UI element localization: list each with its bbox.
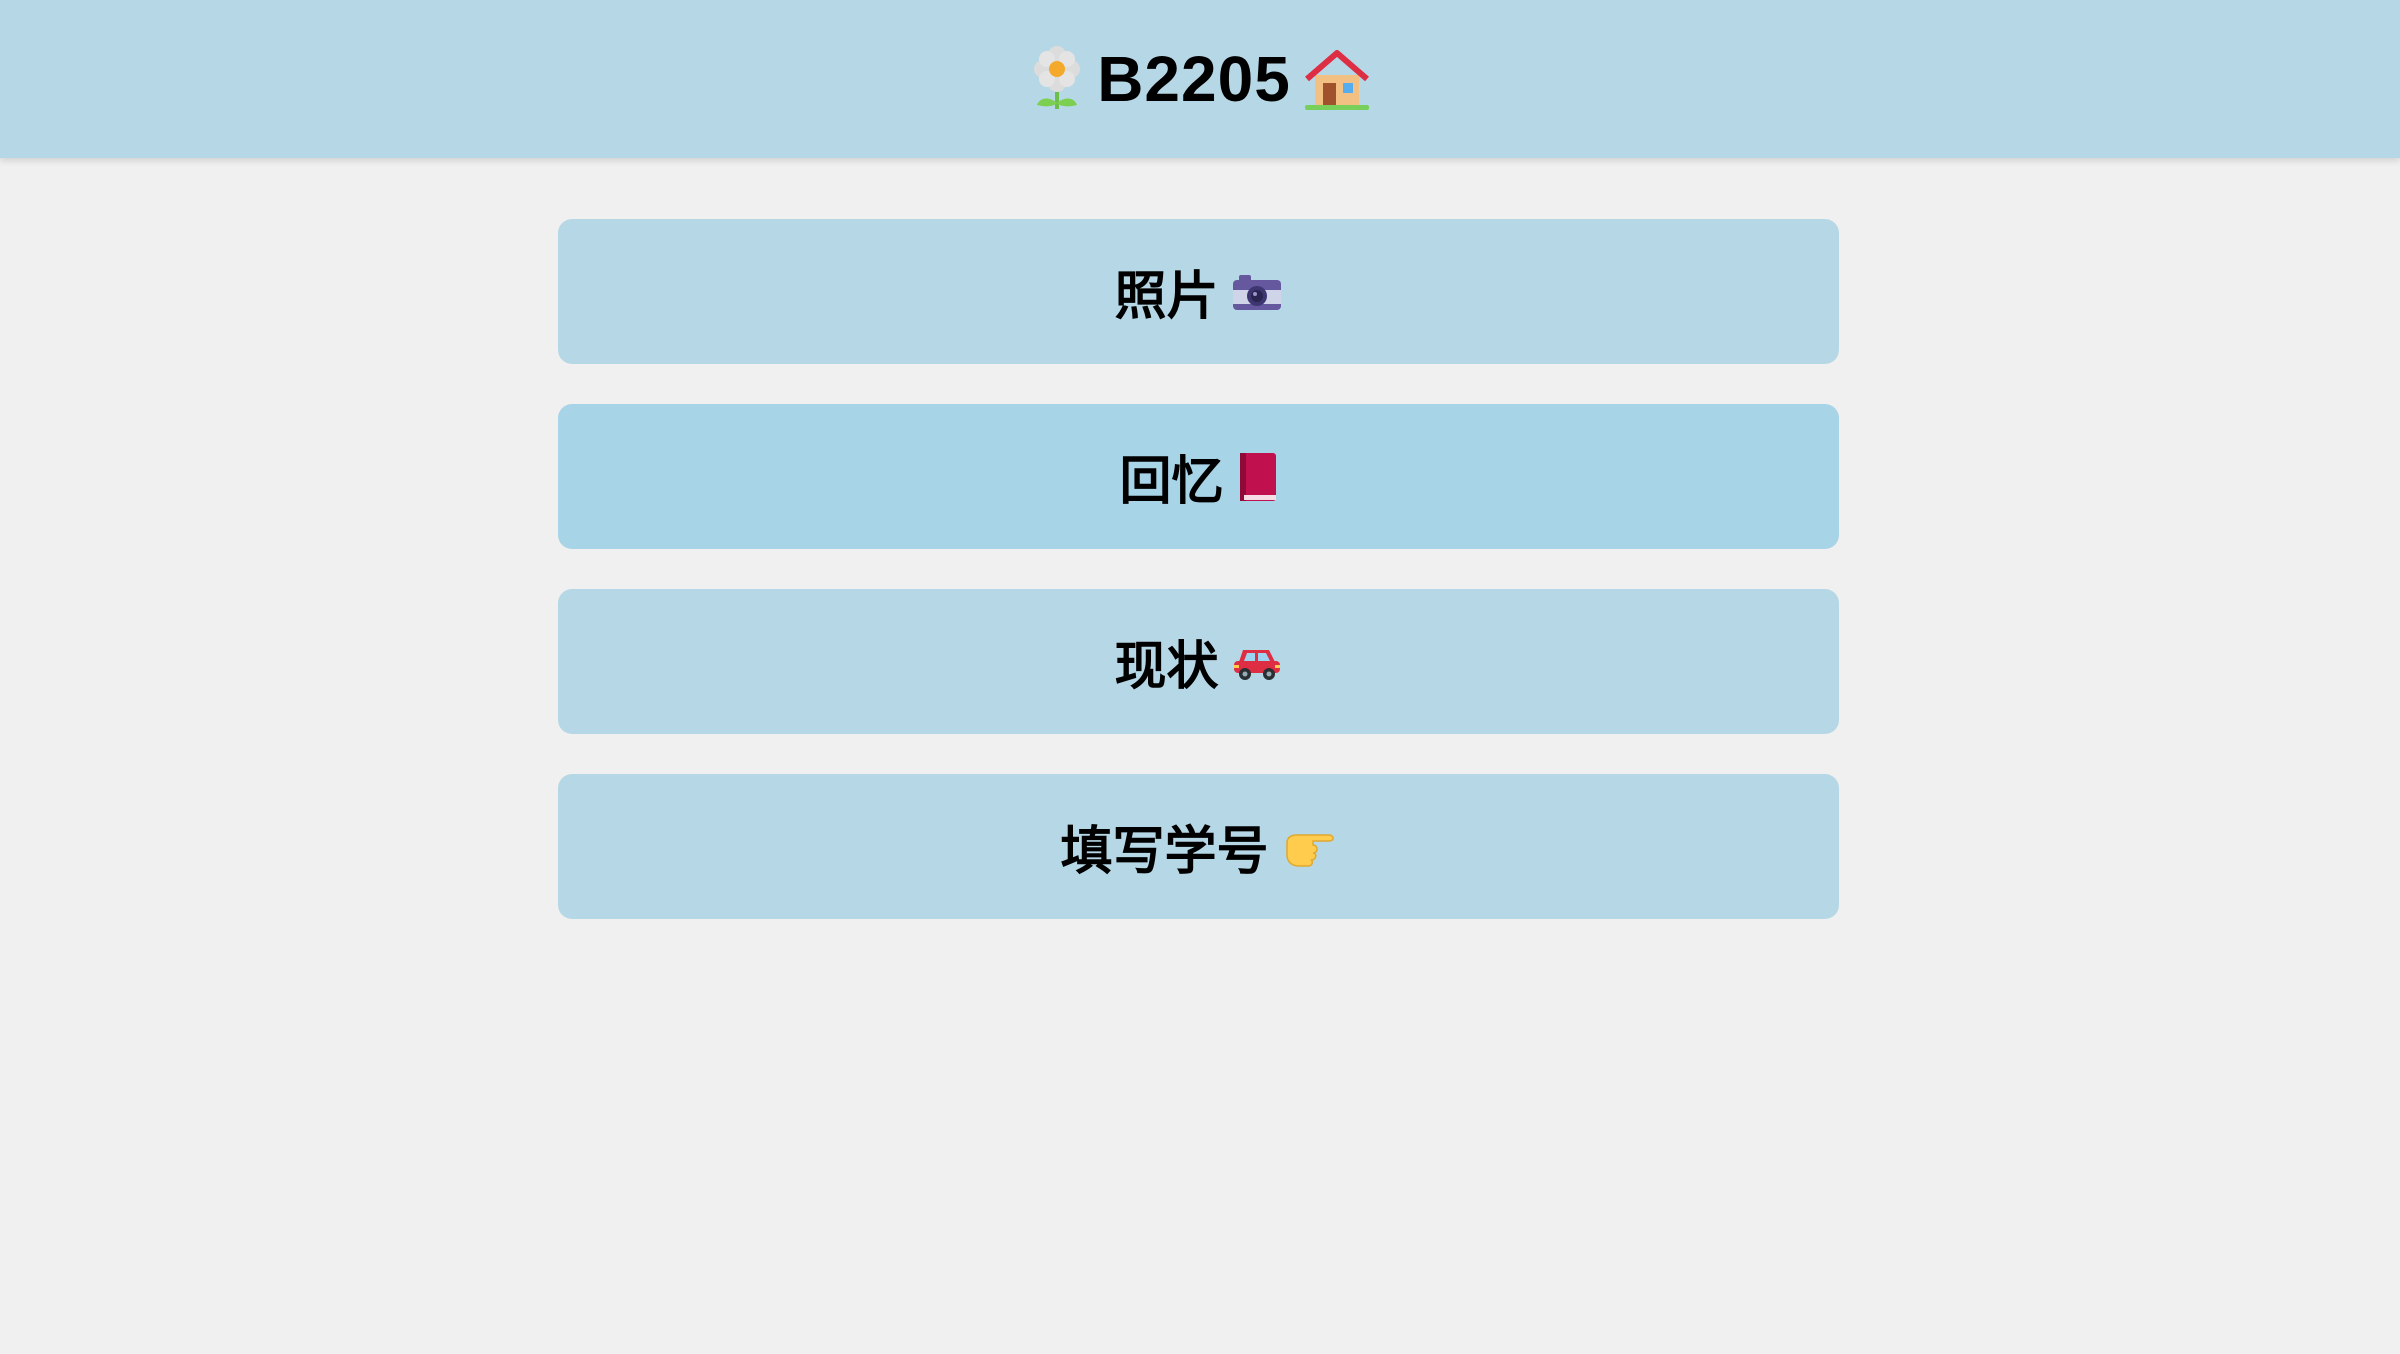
main-menu: 照片 回忆 现状 填写学号 xyxy=(558,219,1839,959)
fill-student-id-button[interactable]: 填写学号 xyxy=(558,774,1839,919)
header-bar: B2205 xyxy=(0,0,2400,158)
photos-button[interactable]: 照片 xyxy=(558,219,1839,364)
house-icon xyxy=(1303,47,1371,111)
fill-student-id-button-label: 填写学号 xyxy=(1060,822,1269,882)
title-text: B2205 xyxy=(1097,43,1291,115)
pointing-hand-icon xyxy=(1281,823,1337,871)
status-button-label: 现状 xyxy=(1114,637,1219,697)
book-icon xyxy=(1236,451,1278,503)
status-button[interactable]: 现状 xyxy=(558,589,1839,734)
flower-icon xyxy=(1029,45,1085,113)
page-title: B2205 xyxy=(1029,42,1371,116)
memories-button-label: 回忆 xyxy=(1119,452,1224,512)
car-icon xyxy=(1231,642,1283,682)
camera-icon xyxy=(1231,272,1283,312)
memories-button[interactable]: 回忆 xyxy=(558,404,1839,549)
photos-button-label: 照片 xyxy=(1114,267,1219,327)
